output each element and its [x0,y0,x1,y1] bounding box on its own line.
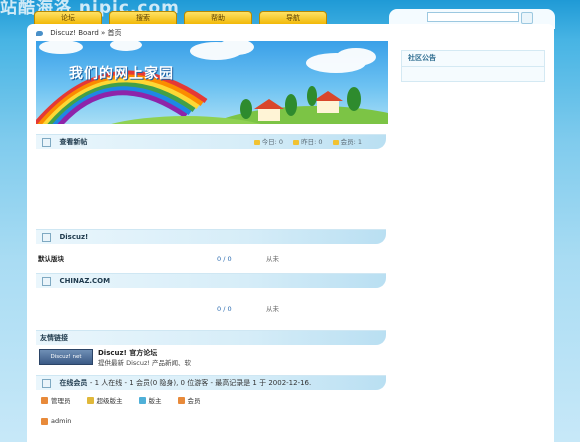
breadcrumb-separator: » [101,29,106,37]
today-count: 0 [278,138,283,146]
today-label: 今日: [261,138,277,146]
admin-icon [41,396,48,404]
yesterday-count: 0 [318,138,323,146]
discuz-category-header[interactable]: Discuz! [36,229,386,244]
search-button[interactable] [521,12,533,24]
breadcrumb-board-link[interactable]: Discuz! Board [50,29,99,37]
member-icon [177,396,185,404]
forum-count: 0 / 0 [217,305,232,313]
announcement-title: 社区公告 [402,51,544,67]
breadcrumb: Discuz! Board » 首页 [36,28,122,38]
link-description: 提供最新 Discuz! 产品新闻、软 [98,359,192,367]
category-icon [42,232,51,242]
members-count: 1 [357,138,362,146]
search-input[interactable] [427,12,519,22]
online-icon [42,378,51,388]
super-moderator-icon [86,396,94,404]
new-posts-icon [42,137,51,147]
forum-row: 0 / 0 从未 [36,303,386,315]
online-members-header[interactable]: 在线会员 - 1 人在线 - 1 会员(0 隐身), 0 位游客 - 最高记录是… [36,375,386,390]
links-header: 友情链接 [36,330,386,345]
legend-label: 超级版主 [96,397,123,405]
members-label: 会员: [340,138,356,146]
announcement-panel: 社区公告 [401,50,545,82]
legend-label: 会员 [187,397,201,405]
discuz-category-title[interactable]: Discuz! [59,233,88,241]
online-summary: - 1 人在线 - 1 会员(0 隐身), 0 位游客 - 最高记录是 1 于 … [89,379,312,387]
forum-last-post: 从未 [266,255,279,263]
forum-stats: 今日: 0 昨日: 0 会员: 1 [246,135,362,149]
category-icon [42,276,51,286]
page-container: Discuz! Board » 首页 我们的网上家园 社区公告 查看新帖 今日:… [27,24,554,442]
chinaz-category-title[interactable]: CHINAZ.COM [59,277,110,285]
user-icon [41,417,48,425]
forum-row: 默认版块 0 / 0 从未 [36,253,386,265]
forum-last-post: 从未 [266,305,279,313]
chat-icon [36,30,43,36]
breadcrumb-current: 首页 [107,29,122,37]
legend-moderator: 版主 [138,395,162,405]
banner-title: 我们的网上家园 [69,66,174,82]
online-title[interactable]: 在线会员 [59,379,87,387]
yesterday-label: 昨日: [301,138,317,146]
new-posts-header[interactable]: 查看新帖 今日: 0 昨日: 0 会员: 1 [36,134,386,149]
legend-member: 会员 [177,395,201,405]
discuz-logo-link[interactable]: Discuz! net [39,349,93,365]
banner: 我们的网上家园 [36,41,388,124]
today-icon [253,139,260,145]
members-icon [332,139,339,145]
online-user[interactable]: admin [41,417,71,425]
yesterday-icon [293,139,300,145]
forum-name[interactable]: 默认版块 [38,253,64,265]
legend-label: 版主 [148,397,162,405]
new-posts-title[interactable]: 查看新帖 [59,138,87,146]
moderator-icon [138,396,146,404]
links-title: 友情链接 [40,334,68,342]
online-username[interactable]: admin [51,417,71,425]
chinaz-category-header[interactable]: CHINAZ.COM [36,273,386,288]
legend-admin: 管理员 [41,395,71,405]
legend-label: 管理员 [51,397,71,405]
member-legend: 管理员 超级版主 版主 会员 [41,395,201,405]
legend-super-moderator: 超级版主 [86,395,123,405]
forum-count: 0 / 0 [217,255,232,263]
